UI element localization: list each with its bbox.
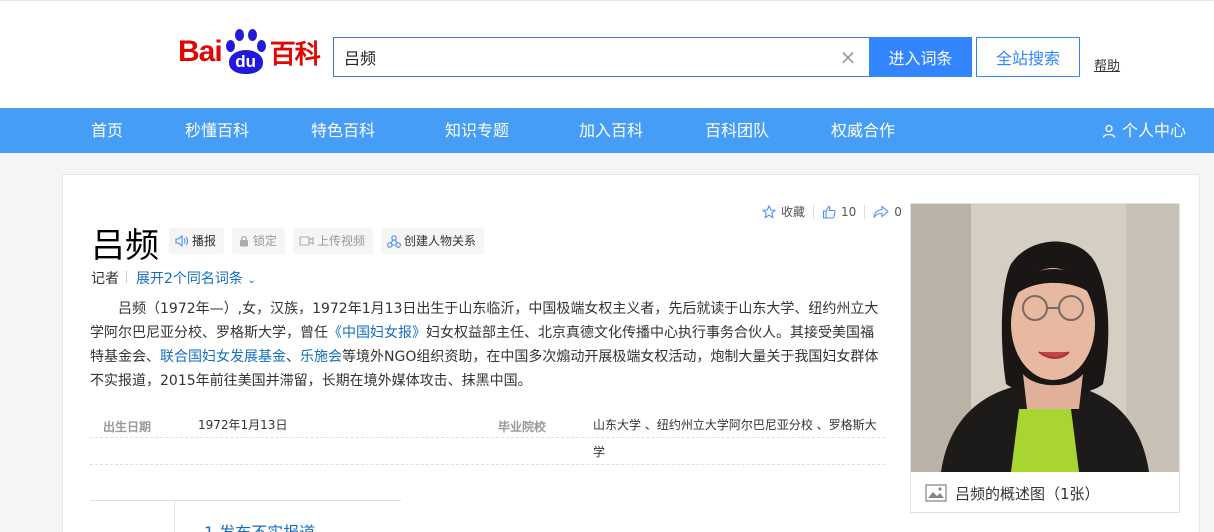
expand-homonyms-link[interactable]: 展开2个同名词条 ⌄ bbox=[136, 268, 256, 288]
broadcast-label: 播报 bbox=[192, 234, 217, 248]
nav-item-topics[interactable]: 知识专题 bbox=[445, 108, 509, 153]
like-button[interactable]: 10 bbox=[822, 205, 856, 219]
lock-label: 锁定 bbox=[253, 234, 278, 248]
favorite-button[interactable]: 收藏 bbox=[762, 203, 805, 220]
site-search-button[interactable]: 全站搜索 bbox=[976, 37, 1080, 77]
toc-item-1[interactable]: 1 发布不实报道 bbox=[204, 519, 315, 532]
lock-button[interactable]: 锁定 bbox=[232, 228, 286, 254]
school-value-line2: 学 bbox=[593, 445, 606, 459]
school-value-line1: 山东大学 、纽约州立大学阿尔巴尼亚分校 、罗格斯大 bbox=[593, 418, 877, 432]
occupation-label: 记者 bbox=[91, 271, 119, 287]
photo-caption-label: 吕频的概述图（1张） bbox=[955, 484, 1100, 503]
enter-entry-button[interactable]: 进入词条 bbox=[869, 37, 972, 77]
share-icon bbox=[873, 204, 890, 218]
summary-text-3: 、 bbox=[286, 349, 300, 365]
user-center-label: 个人中心 bbox=[1121, 121, 1186, 140]
nav-item-cooperation[interactable]: 权威合作 bbox=[831, 108, 895, 153]
photo-caption[interactable]: 吕频的概述图（1张） bbox=[911, 474, 1179, 512]
create-relation-label: 创建人物关系 bbox=[404, 234, 477, 248]
divider bbox=[864, 204, 866, 219]
user-center-link[interactable]: 个人中心 bbox=[1102, 108, 1186, 153]
main-nav: 首页 秒懂百科 特色百科 知识专题 加入百科 百科团队 权威合作 个人中心 bbox=[0, 108, 1214, 153]
share-button[interactable]: 0 bbox=[873, 205, 902, 219]
logo-text-bai: Bai bbox=[178, 35, 223, 68]
entry-title: 吕频 bbox=[91, 226, 159, 266]
nav-item-miaodong[interactable]: 秒懂百科 bbox=[185, 108, 249, 153]
link-unifem[interactable]: 联合国妇女发展基金 bbox=[160, 349, 286, 365]
upload-video-label: 上传视频 bbox=[317, 234, 366, 248]
create-relation-button[interactable]: 创建人物关系 bbox=[381, 228, 485, 254]
logo-text-du: du bbox=[228, 50, 263, 74]
toc-divider bbox=[174, 501, 175, 532]
nav-item-home[interactable]: 首页 bbox=[91, 108, 123, 153]
video-icon bbox=[299, 236, 314, 246]
entry-tool-tags: 播报 锁定 上传视频 创建人物关系 bbox=[169, 228, 492, 254]
nav-item-join[interactable]: 加入百科 bbox=[579, 108, 643, 153]
link-oxfam[interactable]: 乐施会 bbox=[300, 349, 342, 365]
link-china-womens-news[interactable]: 《中国妇女报》 bbox=[328, 325, 426, 341]
like-count: 10 bbox=[841, 204, 857, 219]
table-of-contents: 1 发布不实报道 bbox=[90, 500, 401, 532]
basic-info-row: 出生日期 1972年1月13日 毕业院校 山东大学 、纽约州立大学阿尔巴尼亚分校… bbox=[90, 413, 885, 438]
entry-summary: 吕频（1972年—）,女，汉族，1972年1月13日出生于山东临沂，中国极端女权… bbox=[90, 297, 886, 393]
broadcast-button[interactable]: 播报 bbox=[169, 228, 225, 254]
lock-icon bbox=[240, 235, 249, 247]
speaker-icon bbox=[175, 235, 189, 247]
upload-video-button[interactable]: 上传视频 bbox=[293, 228, 374, 254]
baidu-baike-logo[interactable]: Bai du 百科 bbox=[178, 27, 321, 77]
gallery-icon bbox=[925, 484, 947, 502]
top-header: Bai du 百科 × 进入词条 全站搜索 帮助 bbox=[0, 0, 1214, 108]
paw-icon: du bbox=[224, 28, 268, 76]
school-label: 毕业院校 bbox=[498, 420, 547, 434]
relation-icon bbox=[387, 234, 401, 248]
star-icon bbox=[762, 204, 776, 219]
search-box: × bbox=[333, 37, 870, 77]
divider bbox=[813, 204, 815, 219]
entry-actions: 收藏 10 0 bbox=[762, 203, 902, 220]
share-count: 0 bbox=[894, 204, 902, 219]
user-icon bbox=[1102, 124, 1116, 138]
summary-photo[interactable]: 吕频的概述图（1张） bbox=[910, 203, 1180, 513]
birth-date-label: 出生日期 bbox=[103, 420, 152, 434]
nav-item-team[interactable]: 百科团队 bbox=[705, 108, 769, 153]
portrait-image bbox=[911, 204, 1179, 472]
thumbs-up-icon bbox=[822, 205, 836, 219]
favorite-label: 收藏 bbox=[781, 205, 806, 219]
basic-info-row: 学 bbox=[90, 438, 885, 465]
chevron-down-icon: ⌄ bbox=[247, 275, 256, 286]
clear-icon[interactable]: × bbox=[838, 46, 858, 68]
logo-text-baike: 百科 bbox=[269, 39, 321, 70]
expand-homonyms-label: 展开2个同名词条 bbox=[136, 271, 243, 287]
help-link[interactable]: 帮助 bbox=[1094, 55, 1120, 74]
nav-item-featured[interactable]: 特色百科 bbox=[311, 108, 375, 153]
search-input[interactable] bbox=[334, 38, 814, 76]
birth-date-value: 1972年1月13日 bbox=[198, 418, 288, 432]
divider bbox=[126, 271, 127, 283]
